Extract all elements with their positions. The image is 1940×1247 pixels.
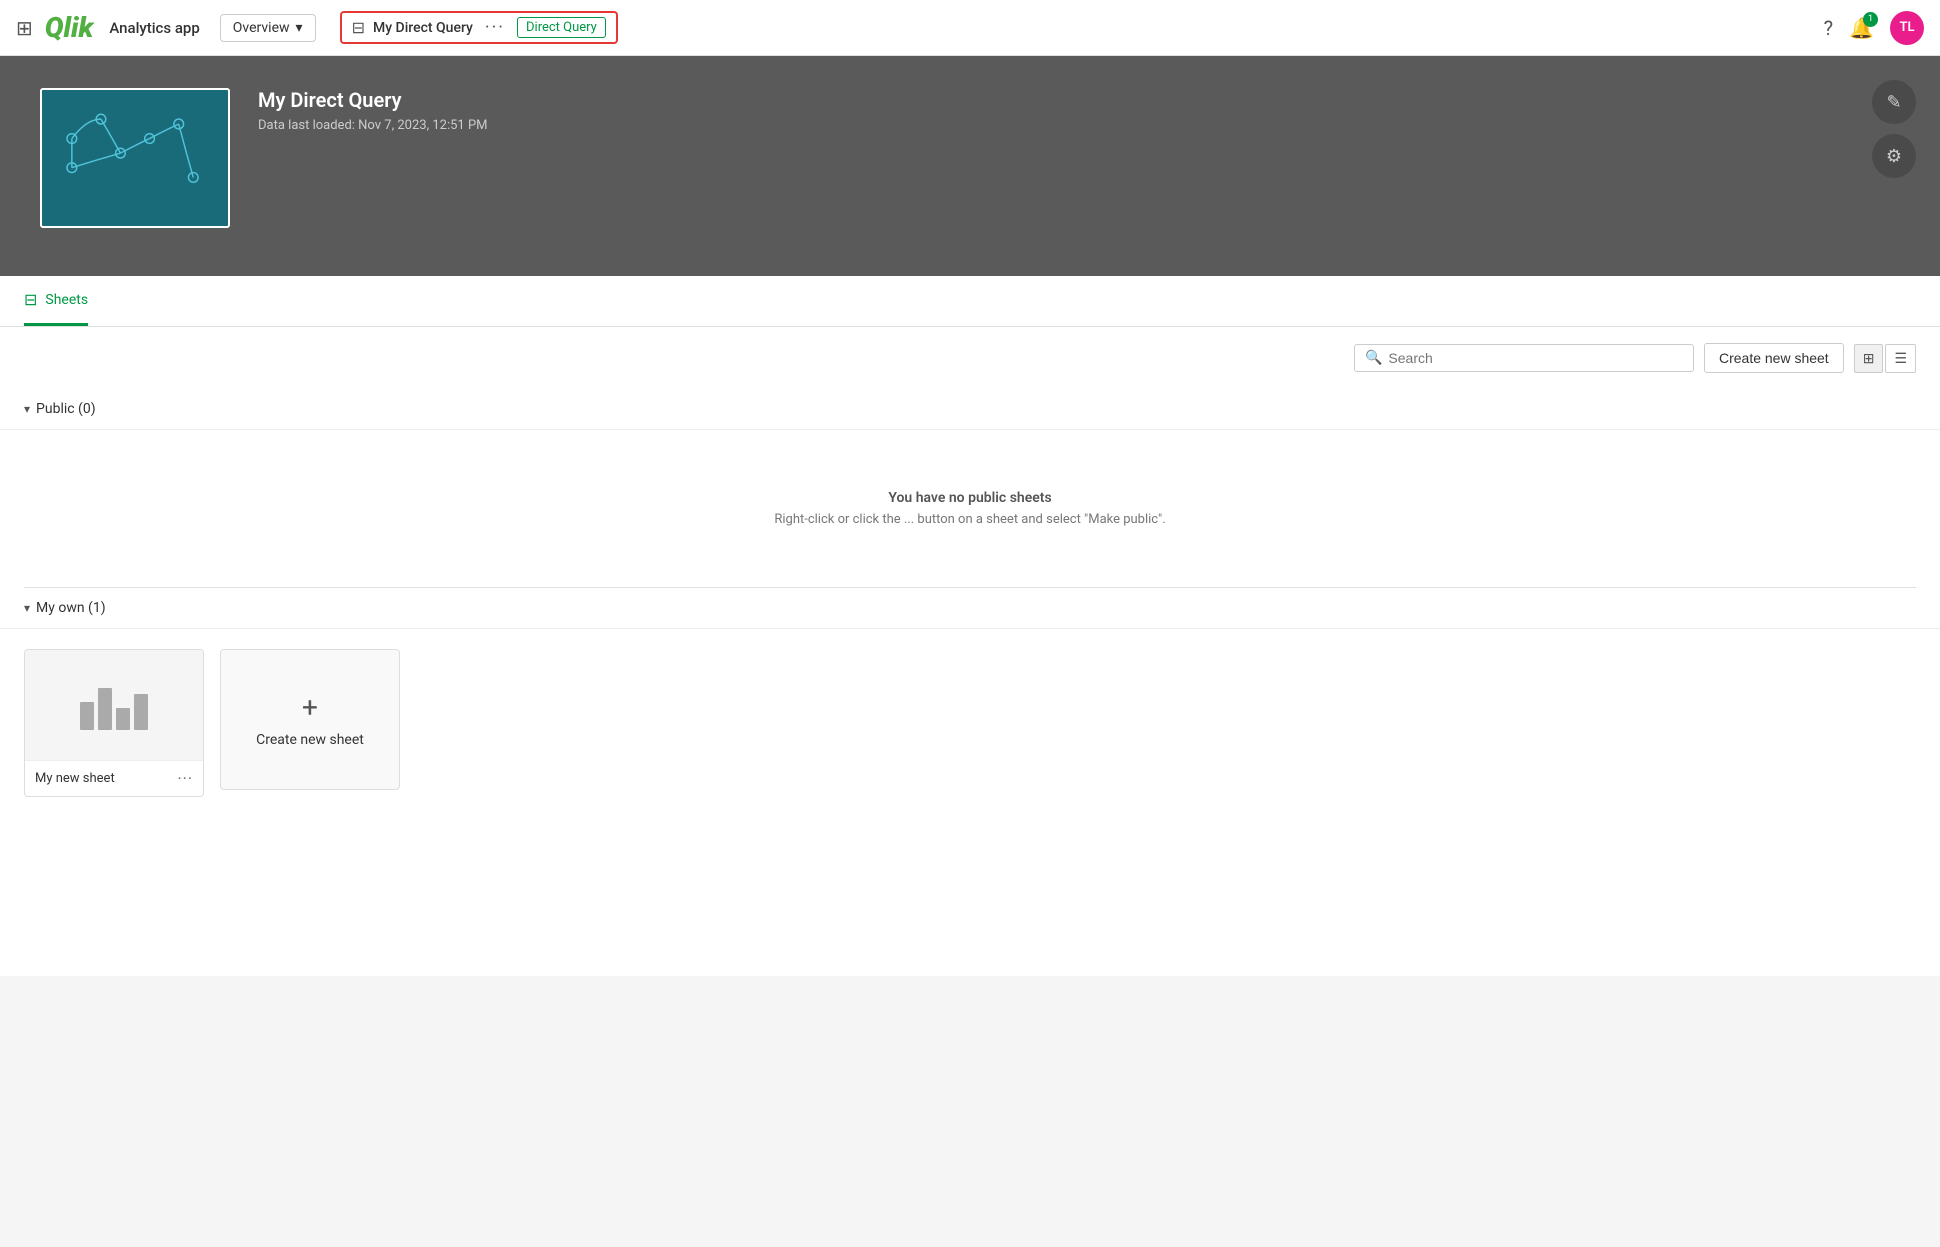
public-empty-state: You have no public sheets Right-click or… (0, 430, 1940, 587)
pill-badge[interactable]: Direct Query (517, 17, 606, 38)
top-navigation: ⊞ Qlik Analytics app Overview ▾ ⊟ My Dir… (0, 0, 1940, 56)
search-input[interactable] (1388, 350, 1683, 366)
sheet-card-name: My new sheet (35, 771, 115, 786)
public-chevron-icon: ▾ (24, 402, 30, 416)
app-info: My Direct Query Data last loaded: Nov 7,… (258, 88, 488, 133)
list-view-button[interactable]: ☰ (1885, 344, 1916, 373)
sheets-tab-label: Sheets (45, 292, 88, 308)
myown-section-header[interactable]: ▾ My own (1) (0, 588, 1940, 629)
qlik-logo: Qlik (45, 11, 94, 44)
bar-chart-icon (80, 680, 148, 730)
create-card-label: Create new sheet (256, 732, 364, 748)
empty-state-title: You have no public sheets (24, 490, 1916, 506)
view-toggle: ⊞ ☰ (1854, 344, 1916, 373)
sheet-card-footer: My new sheet ··· (25, 760, 203, 796)
create-plus-icon: + (302, 691, 318, 724)
myown-section-label: My own (1) (36, 600, 106, 616)
search-box[interactable]: 🔍 (1354, 344, 1694, 372)
active-app-pill: ⊟ My Direct Query ··· Direct Query (340, 11, 618, 44)
sheet-card[interactable]: My new sheet ··· (24, 649, 204, 797)
edit-button[interactable]: ✎ (1872, 80, 1916, 124)
tab-sheets[interactable]: ⊟ Sheets (24, 276, 88, 326)
settings-button[interactable]: ⚙ (1872, 134, 1916, 178)
create-new-sheet-card[interactable]: + Create new sheet (220, 649, 400, 790)
sheets-toolbar: 🔍 Create new sheet ⊞ ☰ (0, 327, 1940, 389)
pill-more-button[interactable]: ··· (485, 17, 505, 38)
sheet-icon: ⊟ (352, 18, 365, 37)
nav-right: ? 🔔 1 TL (1824, 11, 1924, 45)
notification-badge: 1 (1863, 12, 1878, 27)
notification-icon[interactable]: 🔔 1 (1849, 16, 1874, 40)
overview-label: Overview (233, 20, 290, 36)
pill-app-name: My Direct Query (373, 20, 473, 36)
cards-grid: My new sheet ··· + Create new sheet (0, 629, 1940, 817)
empty-state-sub: Right-click or click the ... button on a… (24, 512, 1916, 527)
grid-view-button[interactable]: ⊞ (1854, 344, 1884, 373)
app-title: Analytics app (109, 19, 199, 37)
tabs-bar: ⊟ Sheets (0, 276, 1940, 327)
grid-icon[interactable]: ⊞ (16, 16, 33, 40)
avatar[interactable]: TL (1890, 11, 1924, 45)
chevron-down-icon: ▾ (296, 20, 303, 36)
app-name: My Direct Query (258, 88, 488, 112)
app-thumbnail (40, 88, 230, 228)
search-icon: 🔍 (1365, 350, 1382, 366)
public-section-label: Public (0) (36, 401, 96, 417)
content-area: ⊟ Sheets 🔍 Create new sheet ⊞ ☰ ▾ Public… (0, 276, 1940, 976)
app-meta: Data last loaded: Nov 7, 2023, 12:51 PM (258, 118, 488, 133)
sheet-more-button[interactable]: ··· (177, 769, 193, 788)
sheets-tab-icon: ⊟ (24, 290, 37, 309)
header-actions: ✎ ⚙ (1872, 80, 1916, 178)
myown-chevron-icon: ▾ (24, 601, 30, 615)
app-header: My Direct Query Data last loaded: Nov 7,… (0, 56, 1940, 276)
create-new-sheet-button[interactable]: Create new sheet (1704, 343, 1844, 373)
help-icon[interactable]: ? (1824, 16, 1833, 40)
sheet-card-thumbnail (25, 650, 203, 760)
public-section-header[interactable]: ▾ Public (0) (0, 389, 1940, 430)
overview-dropdown[interactable]: Overview ▾ (220, 14, 316, 42)
